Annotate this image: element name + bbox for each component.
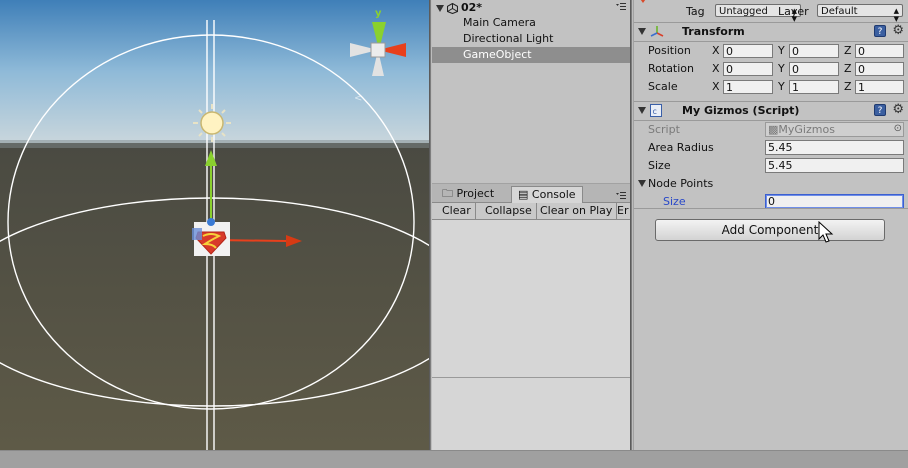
position-z-field[interactable]: 0 <box>855 44 904 58</box>
axis-y-label: Y <box>778 62 785 75</box>
node-points-size-label: Size <box>663 195 686 208</box>
node-points-label: Node Points <box>648 177 714 190</box>
axis-x-label: X <box>712 80 720 93</box>
inspector-panel: Tag Untagged ▲ ▼ Layer Default ▲ ▼ Transform… <box>634 0 908 450</box>
transform-row-rotation: Rotation X 0 Y 0 Z 0 <box>634 60 908 78</box>
row-label: Scale <box>648 80 678 93</box>
hierarchy-item[interactable]: Directional Light <box>432 31 630 47</box>
svg-text:<: < <box>354 93 362 104</box>
collapse-triangle-icon[interactable] <box>638 107 646 114</box>
gameobject-icon <box>640 0 646 3</box>
tag-label: Tag <box>686 5 705 18</box>
svg-text:c: c <box>653 107 657 116</box>
mouse-cursor-icon <box>818 221 834 243</box>
axis-y-label: Y <box>778 44 785 57</box>
layer-label: Layer <box>778 5 809 18</box>
gear-icon[interactable]: ⚙ <box>892 24 904 38</box>
node-points-row[interactable]: Node Points <box>634 175 908 193</box>
axis-x-label: X <box>712 62 720 75</box>
node-points-size-field[interactable]: 0 <box>765 194 904 209</box>
script-component-title: My Gizmos (Script) <box>682 104 800 117</box>
component-divider <box>634 208 908 209</box>
collapse-button[interactable]: Collapse <box>481 203 537 219</box>
clear-button[interactable]: Clear <box>438 203 476 219</box>
hierarchy-item[interactable]: Main Camera <box>432 15 630 31</box>
row-label: Position <box>648 44 691 57</box>
axis-y-label: Y <box>778 80 785 93</box>
clear-on-play-button[interactable]: Clear on Play <box>536 203 618 219</box>
hierarchy-item-selected[interactable]: GameObject <box>432 47 630 63</box>
rotation-z-field[interactable]: 0 <box>855 62 904 76</box>
size-row: Size 5.45 <box>634 157 908 175</box>
transform-rows: Position X 0 Y 0 Z 0 Rotation X 0 Y 0 Z … <box>634 42 908 96</box>
tab-project[interactable]: 🗀 Project <box>436 186 500 202</box>
script-file-icon: c <box>650 104 662 117</box>
scale-y-field[interactable]: 1 <box>789 80 839 94</box>
transform-row-scale: Scale X 1 Y 1 Z 1 <box>634 78 908 96</box>
scene-canvas[interactable]: y < <box>0 0 429 450</box>
area-radius-field[interactable]: 5.45 <box>765 140 904 155</box>
tag-layer-row: Tag Untagged ▲ ▼ Layer Default ▲ ▼ <box>634 0 908 23</box>
area-radius-label: Area Radius <box>648 141 714 154</box>
object-picker-icon[interactable]: ⊙ <box>894 123 902 134</box>
script-object-field: ▩MyGizmos <box>765 122 904 137</box>
script-component-header[interactable]: c My Gizmos (Script) ? ⚙ <box>634 102 908 121</box>
inspector-panel-divider[interactable] <box>630 0 633 450</box>
console-panel: 🗀 Project ▤ Console Clear Collapse Clear… <box>432 184 630 450</box>
size-label: Size <box>648 159 671 172</box>
tab-console[interactable]: ▤ Console <box>511 186 583 203</box>
position-x-field[interactable]: 0 <box>723 44 773 58</box>
hierarchy-scene-header[interactable]: 02* <box>432 0 630 15</box>
help-book-icon[interactable]: ? <box>874 104 886 116</box>
collapse-triangle-icon[interactable] <box>638 28 646 35</box>
folder-icon: 🗀 <box>442 187 453 200</box>
position-y-field[interactable]: 0 <box>789 44 839 58</box>
rotation-x-field[interactable]: 0 <box>723 62 773 76</box>
help-book-icon[interactable]: ? <box>874 25 886 37</box>
transform-header[interactable]: Transform ? ⚙ <box>634 23 908 42</box>
add-component-button[interactable]: Add Component <box>655 219 885 241</box>
hierarchy-panel: 02* Main Camera Directional Light GameOb… <box>432 0 630 183</box>
axis-z-label: Z <box>844 80 852 93</box>
gear-icon[interactable]: ⚙ <box>892 103 904 117</box>
rotation-y-field[interactable]: 0 <box>789 62 839 76</box>
script-asset-icon: ▩ <box>768 123 779 136</box>
layer-dropdown[interactable]: Default ▲ ▼ <box>817 4 903 23</box>
axis-x-label: X <box>712 44 720 57</box>
console-icon: ▤ <box>518 188 529 201</box>
panel-menu-icon[interactable] <box>616 3 626 12</box>
script-label: Script <box>648 123 680 136</box>
dropdown-arrow-icon: ▲ ▼ <box>893 7 899 23</box>
console-toolbar: Clear Collapse Clear on Play Er <box>432 203 630 220</box>
scene-name: 02* <box>461 1 483 14</box>
console-menu-icon[interactable] <box>616 192 626 201</box>
unity-scene-icon <box>447 2 458 14</box>
scale-x-field[interactable]: 1 <box>723 80 773 94</box>
console-split-divider[interactable] <box>432 377 630 378</box>
expand-triangle-icon[interactable] <box>638 180 646 187</box>
axis-z-label: Z <box>844 62 852 75</box>
size-field[interactable]: 5.45 <box>765 158 904 173</box>
axis-y-label: y <box>375 8 382 19</box>
axis-z-label: Z <box>844 44 852 57</box>
transform-row-position: Position X 0 Y 0 Z 0 <box>634 42 908 60</box>
script-row: Script ▩MyGizmos ⊙ <box>634 121 908 139</box>
status-bar <box>0 450 908 468</box>
expand-triangle-icon[interactable] <box>436 4 444 12</box>
transform-title: Transform <box>682 25 745 38</box>
console-tabbar: 🗀 Project ▤ Console <box>432 184 630 203</box>
row-label: Rotation <box>648 62 695 75</box>
scene-view[interactable]: y < <box>0 0 429 450</box>
area-radius-row: Area Radius 5.45 <box>634 139 908 157</box>
scale-z-field[interactable]: 1 <box>855 80 904 94</box>
transform-axes-icon <box>650 26 664 37</box>
